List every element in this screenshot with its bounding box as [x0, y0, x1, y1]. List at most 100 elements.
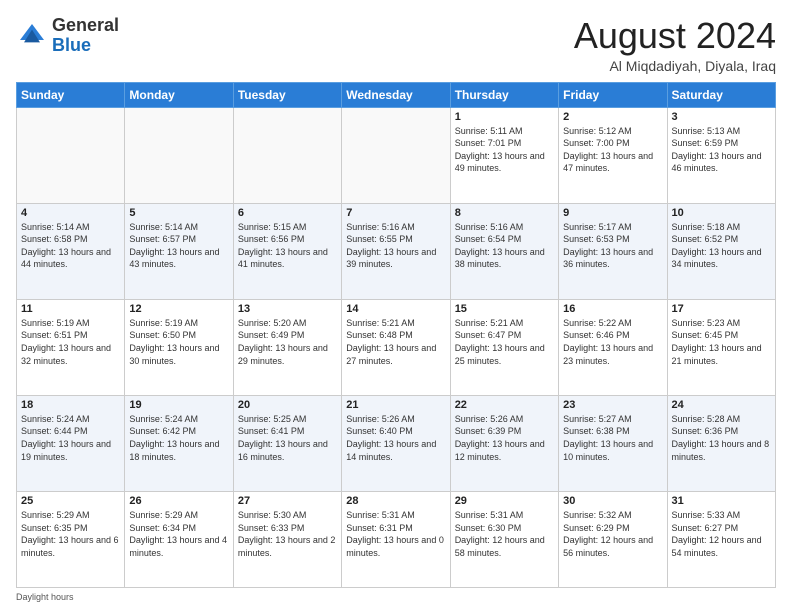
day-number: 16	[563, 303, 662, 315]
day-number: 18	[21, 399, 120, 411]
subtitle: Al Miqdadiyah, Diyala, Iraq	[574, 58, 776, 74]
day-number: 27	[238, 495, 337, 507]
day-info: Sunrise: 5:18 AMSunset: 6:52 PMDaylight:…	[672, 221, 771, 271]
day-info: Sunrise: 5:11 AMSunset: 7:01 PMDaylight:…	[455, 125, 554, 175]
day-number: 15	[455, 303, 554, 315]
calendar-cell: 5 Sunrise: 5:14 AMSunset: 6:57 PMDaylight…	[125, 203, 233, 299]
calendar-cell: 24 Sunrise: 5:28 AMSunset: 6:36 PMDayligh…	[667, 395, 775, 491]
generalblue-logo-icon	[16, 20, 48, 52]
weekday-header-saturday: Saturday	[667, 82, 775, 107]
day-info: Sunrise: 5:25 AMSunset: 6:41 PMDaylight:…	[238, 413, 337, 463]
calendar-cell: 27 Sunrise: 5:30 AMSunset: 6:33 PMDayligh…	[233, 491, 341, 587]
day-number: 17	[672, 303, 771, 315]
day-number: 30	[563, 495, 662, 507]
day-info: Sunrise: 5:16 AMSunset: 6:55 PMDaylight:…	[346, 221, 445, 271]
day-info: Sunrise: 5:31 AMSunset: 6:30 PMDaylight:…	[455, 509, 554, 559]
day-number: 29	[455, 495, 554, 507]
logo: General Blue	[16, 16, 119, 56]
calendar-cell: 29 Sunrise: 5:31 AMSunset: 6:30 PMDayligh…	[450, 491, 558, 587]
main-title: August 2024	[574, 16, 776, 56]
calendar-week-row: 11Sunrise: 5:19 AMSunset: 6:51 PMDayligh…	[17, 299, 776, 395]
weekday-header-wednesday: Wednesday	[342, 82, 450, 107]
calendar-cell: 31 Sunrise: 5:33 AMSunset: 6:27 PMDayligh…	[667, 491, 775, 587]
day-info: Sunrise: 5:30 AMSunset: 6:33 PMDaylight:…	[238, 509, 337, 559]
calendar-cell: 30 Sunrise: 5:32 AMSunset: 6:29 PMDayligh…	[559, 491, 667, 587]
weekday-header-monday: Monday	[125, 82, 233, 107]
logo-text: General Blue	[52, 16, 119, 56]
weekday-header-thursday: Thursday	[450, 82, 558, 107]
day-info: Sunrise: 5:27 AMSunset: 6:38 PMDaylight:…	[563, 413, 662, 463]
logo-general: General	[52, 16, 119, 36]
calendar-cell: 28 Sunrise: 5:31 AMSunset: 6:31 PMDayligh…	[342, 491, 450, 587]
calendar-cell: 22 Sunrise: 5:26 AMSunset: 6:39 PMDayligh…	[450, 395, 558, 491]
day-info: Sunrise: 5:26 AMSunset: 6:39 PMDaylight:…	[455, 413, 554, 463]
day-number: 8	[455, 207, 554, 219]
calendar-week-row: 1 Sunrise: 5:11 AMSunset: 7:01 PMDaylight…	[17, 107, 776, 203]
day-number: 1	[455, 111, 554, 123]
calendar-cell	[17, 107, 125, 203]
day-info: Sunrise: 5:21 AMSunset: 6:48 PMDaylight:…	[346, 317, 445, 367]
day-number: 25	[21, 495, 120, 507]
day-info: Sunrise: 5:32 AMSunset: 6:29 PMDaylight:…	[563, 509, 662, 559]
day-number: 7	[346, 207, 445, 219]
day-number: 19	[129, 399, 228, 411]
day-number: 5	[129, 207, 228, 219]
day-info: Sunrise: 5:12 AMSunset: 7:00 PMDaylight:…	[563, 125, 662, 175]
day-number: 12	[129, 303, 228, 315]
day-number: 20	[238, 399, 337, 411]
day-info: Sunrise: 5:33 AMSunset: 6:27 PMDaylight:…	[672, 509, 771, 559]
calendar-cell: 19 Sunrise: 5:24 AMSunset: 6:42 PMDayligh…	[125, 395, 233, 491]
calendar-body: 1 Sunrise: 5:11 AMSunset: 7:01 PMDaylight…	[17, 107, 776, 587]
day-info: Sunrise: 5:14 AMSunset: 6:57 PMDaylight:…	[129, 221, 228, 271]
day-number: 26	[129, 495, 228, 507]
day-info: Sunrise: 5:14 AMSunset: 6:58 PMDaylight:…	[21, 221, 120, 271]
calendar-cell: 26Sunrise: 5:29 AMSunset: 6:34 PMDayligh…	[125, 491, 233, 587]
footer: Daylight hours	[16, 592, 776, 602]
day-info: Sunrise: 5:24 AMSunset: 6:44 PMDaylight:…	[21, 413, 120, 463]
calendar-header: SundayMondayTuesdayWednesdayThursdayFrid…	[17, 82, 776, 107]
calendar-cell: 1 Sunrise: 5:11 AMSunset: 7:01 PMDaylight…	[450, 107, 558, 203]
day-number: 28	[346, 495, 445, 507]
day-number: 2	[563, 111, 662, 123]
calendar-week-row: 4Sunrise: 5:14 AMSunset: 6:58 PMDaylight…	[17, 203, 776, 299]
day-number: 3	[672, 111, 771, 123]
calendar-cell: 20 Sunrise: 5:25 AMSunset: 6:41 PMDayligh…	[233, 395, 341, 491]
day-number: 14	[346, 303, 445, 315]
day-number: 13	[238, 303, 337, 315]
calendar-week-row: 18 Sunrise: 5:24 AMSunset: 6:44 PMDayligh…	[17, 395, 776, 491]
calendar-cell: 11Sunrise: 5:19 AMSunset: 6:51 PMDayligh…	[17, 299, 125, 395]
calendar-cell: 16Sunrise: 5:22 AMSunset: 6:46 PMDayligh…	[559, 299, 667, 395]
calendar-cell: 9Sunrise: 5:17 AMSunset: 6:53 PMDaylight…	[559, 203, 667, 299]
day-info: Sunrise: 5:31 AMSunset: 6:31 PMDaylight:…	[346, 509, 445, 559]
day-info: Sunrise: 5:28 AMSunset: 6:36 PMDaylight:…	[672, 413, 771, 463]
calendar-cell: 7 Sunrise: 5:16 AMSunset: 6:55 PMDaylight…	[342, 203, 450, 299]
day-info: Sunrise: 5:13 AMSunset: 6:59 PMDaylight:…	[672, 125, 771, 175]
day-info: Sunrise: 5:15 AMSunset: 6:56 PMDaylight:…	[238, 221, 337, 271]
calendar-cell: 10Sunrise: 5:18 AMSunset: 6:52 PMDayligh…	[667, 203, 775, 299]
day-info: Sunrise: 5:17 AMSunset: 6:53 PMDaylight:…	[563, 221, 662, 271]
day-number: 24	[672, 399, 771, 411]
day-info: Sunrise: 5:26 AMSunset: 6:40 PMDaylight:…	[346, 413, 445, 463]
day-info: Sunrise: 5:19 AMSunset: 6:51 PMDaylight:…	[21, 317, 120, 367]
day-info: Sunrise: 5:16 AMSunset: 6:54 PMDaylight:…	[455, 221, 554, 271]
day-number: 31	[672, 495, 771, 507]
weekday-header-row: SundayMondayTuesdayWednesdayThursdayFrid…	[17, 82, 776, 107]
calendar-cell: 23Sunrise: 5:27 AMSunset: 6:38 PMDayligh…	[559, 395, 667, 491]
weekday-header-sunday: Sunday	[17, 82, 125, 107]
day-info: Sunrise: 5:19 AMSunset: 6:50 PMDaylight:…	[129, 317, 228, 367]
weekday-header-tuesday: Tuesday	[233, 82, 341, 107]
calendar-cell: 17Sunrise: 5:23 AMSunset: 6:45 PMDayligh…	[667, 299, 775, 395]
calendar-table: SundayMondayTuesdayWednesdayThursdayFrid…	[16, 82, 776, 588]
page: General Blue August 2024 Al Miqdadiyah, …	[0, 0, 792, 612]
day-info: Sunrise: 5:24 AMSunset: 6:42 PMDaylight:…	[129, 413, 228, 463]
day-info: Sunrise: 5:29 AMSunset: 6:35 PMDaylight:…	[21, 509, 120, 559]
calendar-cell: 21Sunrise: 5:26 AMSunset: 6:40 PMDayligh…	[342, 395, 450, 491]
calendar-cell: 25 Sunrise: 5:29 AMSunset: 6:35 PMDayligh…	[17, 491, 125, 587]
day-number: 22	[455, 399, 554, 411]
calendar-cell: 4Sunrise: 5:14 AMSunset: 6:58 PMDaylight…	[17, 203, 125, 299]
day-number: 6	[238, 207, 337, 219]
day-info: Sunrise: 5:21 AMSunset: 6:47 PMDaylight:…	[455, 317, 554, 367]
calendar-cell: 3 Sunrise: 5:13 AMSunset: 6:59 PMDaylight…	[667, 107, 775, 203]
calendar-cell	[233, 107, 341, 203]
calendar-cell: 14 Sunrise: 5:21 AMSunset: 6:48 PMDayligh…	[342, 299, 450, 395]
